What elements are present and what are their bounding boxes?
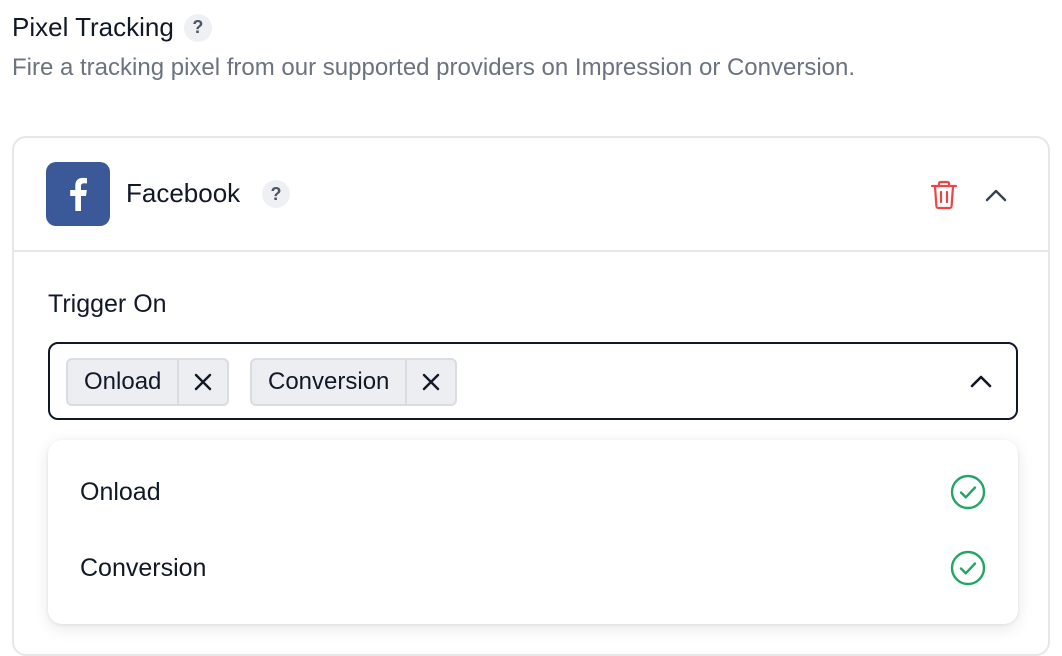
provider-card-header[interactable]: Facebook ? xyxy=(14,138,1048,252)
trash-icon xyxy=(930,180,958,210)
dropdown-toggle[interactable] xyxy=(964,364,998,398)
close-icon xyxy=(423,373,440,391)
selected-tag: Onload xyxy=(66,358,230,406)
help-icon[interactable]: ? xyxy=(183,13,212,42)
trigger-on-label: Trigger On xyxy=(48,290,167,318)
option-label: Onload xyxy=(80,477,161,506)
tag-label: Conversion xyxy=(268,368,390,395)
section-title: Pixel Tracking xyxy=(12,12,174,42)
check-circle-icon xyxy=(950,550,986,586)
section-header: Pixel Tracking ? xyxy=(12,12,212,43)
remove-tag-button[interactable] xyxy=(177,360,227,404)
section-description: Fire a tracking pixel from our supported… xyxy=(12,54,856,81)
tag-label: Onload xyxy=(84,368,162,395)
trigger-dropdown-menu: Onload Conversion xyxy=(48,440,1018,624)
dropdown-option-conversion[interactable]: Conversion xyxy=(48,530,1018,606)
provider-name: Facebook xyxy=(126,178,241,208)
check-circle-icon xyxy=(950,474,986,510)
facebook-logo-icon xyxy=(46,162,110,226)
dropdown-option-onload[interactable]: Onload xyxy=(48,454,1018,530)
delete-button[interactable] xyxy=(928,178,960,212)
selected-tag: Conversion xyxy=(250,358,458,406)
remove-tag-button[interactable] xyxy=(405,360,455,404)
help-icon[interactable]: ? xyxy=(262,180,290,208)
option-label: Conversion xyxy=(80,553,207,582)
chevron-up-icon xyxy=(970,375,992,388)
collapse-button[interactable] xyxy=(980,178,1012,212)
close-icon xyxy=(195,373,212,391)
trigger-multiselect[interactable]: Onload Conversion xyxy=(48,342,1018,420)
chevron-up-icon xyxy=(985,189,1007,202)
provider-card: Facebook ? Trigger On Onload Conversion … xyxy=(12,136,1050,656)
